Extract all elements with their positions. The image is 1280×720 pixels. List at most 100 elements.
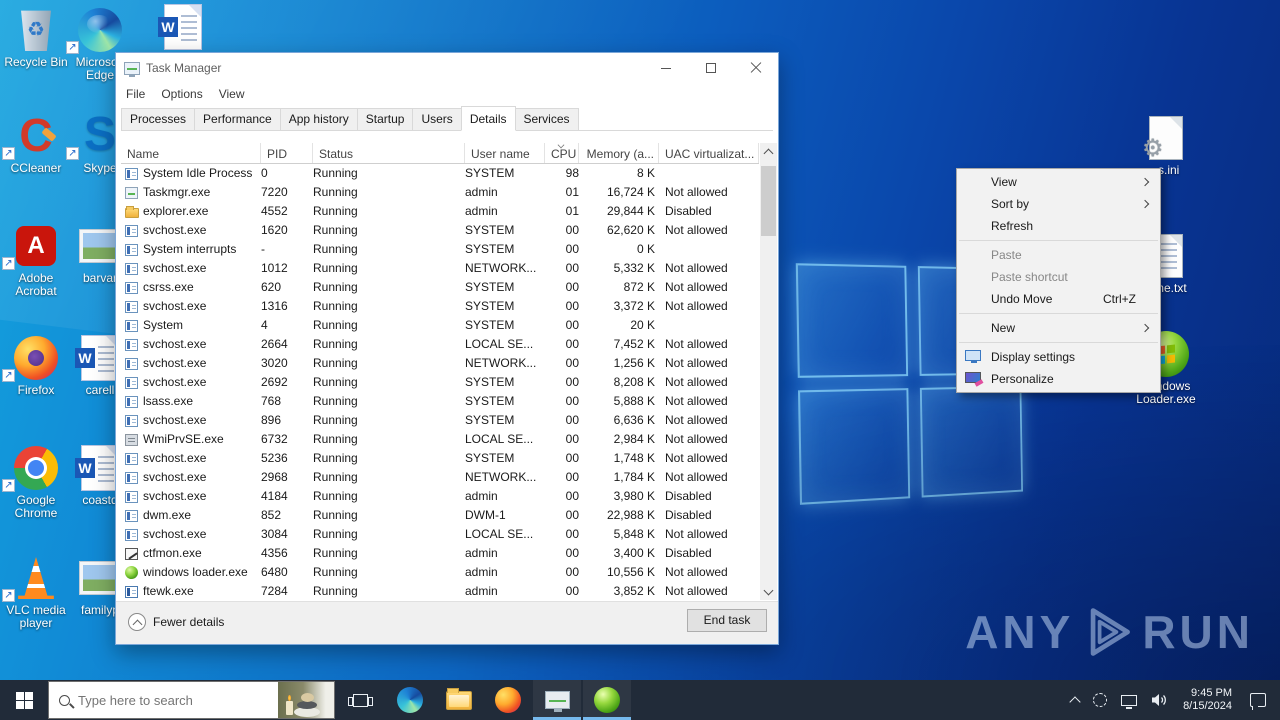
- vertical-scrollbar[interactable]: [760, 143, 777, 600]
- cell-uac: [659, 164, 759, 183]
- network-button[interactable]: [1121, 695, 1137, 706]
- cell-user-name: SYSTEM: [465, 411, 545, 430]
- desktop-icon-recycle-bin[interactable]: Recycle Bin: [0, 6, 72, 69]
- tab-services[interactable]: Services: [515, 108, 579, 130]
- context-menu-item-display-settings[interactable]: Display settings: [957, 346, 1160, 368]
- column-header-pid[interactable]: PID: [261, 143, 313, 163]
- table-row[interactable]: System 4 Running SYSTEM 00 20 K: [121, 316, 762, 335]
- column-header-user-name[interactable]: User name: [465, 143, 545, 163]
- table-row[interactable]: svchost.exe 2968 Running NETWORK... 00 1,784 …: [121, 468, 762, 487]
- process-icon-cell: [121, 430, 143, 449]
- context-menu-item-view[interactable]: View: [957, 171, 1160, 193]
- scrollbar-thumb[interactable]: [761, 166, 776, 236]
- table-row[interactable]: explorer.exe 4552 Running admin 01 29,844 K Di…: [121, 202, 762, 221]
- column-header-name[interactable]: Name: [121, 143, 261, 163]
- table-row[interactable]: ctfmon.exe 4356 Running admin 00 3,400 K Disab…: [121, 544, 762, 563]
- cell-status: Running: [313, 278, 465, 297]
- close-button[interactable]: [733, 53, 778, 83]
- menu-view[interactable]: View: [211, 87, 253, 101]
- tab-processes[interactable]: Processes: [121, 108, 195, 130]
- tab-users[interactable]: Users: [412, 108, 461, 130]
- table-row[interactable]: System Idle Process 0 Running SYSTEM 98 8 K: [121, 164, 762, 183]
- cell-uac: Not allowed: [659, 430, 759, 449]
- table-row[interactable]: dwm.exe 852 Running DWM-1 00 22,988 K Disabled: [121, 506, 762, 525]
- desktop-icon-word-doc[interactable]: [147, 3, 219, 51]
- minimize-button[interactable]: [643, 53, 688, 83]
- cell-uac: Not allowed: [659, 525, 759, 544]
- table-row[interactable]: lsass.exe 768 Running SYSTEM 00 5,888 K Not al…: [121, 392, 762, 411]
- table-row[interactable]: windows loader.exe 6480 Running admin 00 10,5…: [121, 563, 762, 582]
- task-manager-window: Task Manager File Options View Processes Pe…: [115, 52, 779, 645]
- task-view-button[interactable]: [336, 680, 384, 720]
- tab-startup[interactable]: Startup: [357, 108, 414, 130]
- table-row[interactable]: svchost.exe 2664 Running LOCAL SE... 00 7,452…: [121, 335, 762, 354]
- table-row[interactable]: svchost.exe 5236 Running SYSTEM 00 1,748 K Not…: [121, 449, 762, 468]
- search-input[interactable]: [78, 693, 238, 708]
- desktop-icon-adobe-acrobat[interactable]: Adobe Acrobat: [0, 222, 72, 298]
- desktop-icon-ccleaner[interactable]: CCleaner: [0, 112, 72, 175]
- hidden-icons-button[interactable]: [1071, 695, 1079, 706]
- taskbar-file-explorer-button[interactable]: [435, 680, 483, 720]
- tray-circle-button[interactable]: [1093, 693, 1107, 707]
- table-row[interactable]: svchost.exe 3020 Running NETWORK... 00 1,256 …: [121, 354, 762, 373]
- context-menu-item-paste-shortcut[interactable]: Paste shortcut: [957, 266, 1160, 288]
- tab-details[interactable]: Details: [461, 106, 516, 131]
- icon-label: Adobe Acrobat: [0, 272, 72, 298]
- app-process-icon: [125, 282, 138, 294]
- table-row[interactable]: svchost.exe 3084 Running LOCAL SE... 00 5,848…: [121, 525, 762, 544]
- process-icon-cell: [121, 525, 143, 544]
- fewer-details-toggle[interactable]: Fewer details: [128, 613, 224, 631]
- taskbar-search[interactable]: [48, 681, 335, 719]
- cell-name: svchost.exe: [143, 487, 261, 506]
- tab-performance[interactable]: Performance: [194, 108, 281, 130]
- tab-app-history[interactable]: App history: [280, 108, 358, 130]
- app-process-icon: [125, 339, 138, 351]
- taskbar-loader-button[interactable]: [583, 680, 631, 720]
- context-menu-item-new[interactable]: New: [957, 317, 1160, 339]
- taskbar-task-manager-button[interactable]: [533, 680, 581, 720]
- table-row[interactable]: svchost.exe 1012 Running NETWORK... 00 5,332 …: [121, 259, 762, 278]
- table-row[interactable]: svchost.exe 1316 Running SYSTEM 00 3,372 K Not…: [121, 297, 762, 316]
- menu-options[interactable]: Options: [153, 87, 210, 101]
- table-row[interactable]: ftewk.exe 7284 Running admin 00 3,852 K Not al…: [121, 582, 762, 598]
- volume-button[interactable]: [1151, 693, 1168, 707]
- app-process-icon: [125, 225, 138, 237]
- table-row[interactable]: System interrupts - Running SYSTEM 00 0 K: [121, 240, 762, 259]
- desktop-icon-vlc-media-player[interactable]: VLC media player: [0, 554, 72, 630]
- menu-file[interactable]: File: [118, 87, 153, 101]
- table-row[interactable]: svchost.exe 896 Running SYSTEM 00 6,636 K Not …: [121, 411, 762, 430]
- table-row[interactable]: Taskmgr.exe 7220 Running admin 01 16,724 K Not…: [121, 183, 762, 202]
- cell-status: Running: [313, 164, 465, 183]
- cell-user-name: LOCAL SE...: [465, 525, 545, 544]
- cell-pid: 3084: [261, 525, 313, 544]
- table-row[interactable]: svchost.exe 2692 Running SYSTEM 00 8,208 K Not…: [121, 373, 762, 392]
- column-header-cpu[interactable]: CPU: [545, 143, 579, 163]
- cell-uac: Not allowed: [659, 373, 759, 392]
- app-process-icon: [125, 472, 138, 484]
- scroll-down-arrow-icon[interactable]: [760, 583, 777, 600]
- desktop-icon-firefox[interactable]: Firefox: [0, 334, 72, 397]
- cell-pid: 7284: [261, 582, 313, 598]
- start-button[interactable]: [0, 680, 48, 720]
- column-header-status[interactable]: Status: [313, 143, 465, 163]
- taskbar-clock[interactable]: 9:45 PM 8/15/2024: [1183, 687, 1232, 713]
- table-row[interactable]: csrss.exe 620 Running SYSTEM 00 872 K Not allo…: [121, 278, 762, 297]
- table-row[interactable]: svchost.exe 4184 Running admin 00 3,980 K Disa…: [121, 487, 762, 506]
- context-menu-item-sort-by[interactable]: Sort by: [957, 193, 1160, 215]
- context-menu-item-undo-move[interactable]: Undo Move Ctrl+Z: [957, 288, 1160, 310]
- table-row[interactable]: WmiPrvSE.exe 6732 Running LOCAL SE... 00 2,98…: [121, 430, 762, 449]
- context-menu-item-personalize[interactable]: Personalize: [957, 368, 1160, 390]
- table-row[interactable]: svchost.exe 1620 Running SYSTEM 00 62,620 K No…: [121, 221, 762, 240]
- context-menu-item-refresh[interactable]: Refresh: [957, 215, 1160, 237]
- column-header-memory-a[interactable]: Memory (a...: [579, 143, 659, 163]
- maximize-button[interactable]: [688, 53, 733, 83]
- context-menu-item-paste[interactable]: Paste: [957, 244, 1160, 266]
- end-task-button[interactable]: End task: [687, 609, 767, 632]
- taskbar-firefox-button[interactable]: [484, 680, 532, 720]
- column-header-uac-virtualizat[interactable]: UAC virtualizat...: [659, 143, 759, 163]
- scroll-up-arrow-icon[interactable]: [760, 143, 777, 160]
- cell-cpu: 00: [545, 354, 579, 373]
- action-center-icon[interactable]: [1250, 693, 1266, 707]
- desktop-icon-google-chrome[interactable]: Google Chrome: [0, 444, 72, 520]
- taskbar-edge-button[interactable]: [386, 680, 434, 720]
